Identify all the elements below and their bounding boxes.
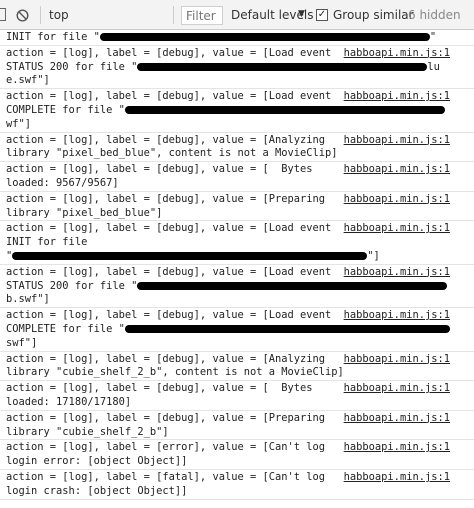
- group-similar-label: Group similar: [333, 8, 414, 22]
- hidden-count: 6 hidden: [408, 8, 461, 22]
- log-entry: action = [log], label = [debug], value =…: [0, 308, 474, 352]
- source-link[interactable]: habboapi.min.js:1: [344, 266, 450, 280]
- log-message-line: COMPLETE for file ": [6, 323, 474, 337]
- log-message-line: login error: [object Object]]: [6, 455, 188, 468]
- redaction-mark: [137, 281, 448, 290]
- log-entry: action = [log], label = [debug], value =…: [0, 192, 474, 222]
- log-message-line: INIT for file: [6, 236, 88, 249]
- source-link[interactable]: habboapi.min.js:1: [344, 441, 450, 455]
- filter-input[interactable]: [181, 6, 223, 25]
- log-message-line: " "]: [6, 249, 380, 262]
- redaction-mark: [124, 324, 450, 333]
- source-link[interactable]: habboapi.min.js:1: [344, 353, 450, 367]
- log-message-line: INIT for file " ": [6, 31, 437, 43]
- source-link[interactable]: habboapi.min.js:1: [344, 471, 450, 485]
- source-link[interactable]: habboapi.min.js:1: [344, 412, 450, 426]
- log-message-line: library "pixel_bed_blue", content is not…: [6, 147, 338, 160]
- console-toolbar: top Default levels ▼ ✓ Group similar 6 h…: [0, 0, 474, 30]
- log-message-line: wf"]: [6, 117, 32, 130]
- log-entry: action = [log], label = [debug], value =…: [0, 265, 474, 309]
- log-entry: action = [log], label = [debug], value =…: [0, 411, 474, 441]
- log-message-line: loaded: 9567/9567]: [6, 176, 119, 189]
- source-link[interactable]: habboapi.min.js:1: [344, 222, 450, 236]
- redaction-mark: [99, 33, 430, 41]
- log-entry: action = [log], label = [debug], value =…: [0, 381, 474, 411]
- source-link[interactable]: habboapi.min.js:1: [344, 90, 450, 104]
- source-link[interactable]: habboapi.min.js:1: [344, 163, 450, 177]
- log-message-line: STATUS 200 for file ": [6, 280, 474, 294]
- source-link[interactable]: habboapi.min.js:1: [344, 309, 450, 323]
- log-entry: action = [log], label = [error], value =…: [0, 440, 474, 470]
- log-message-line: login crash: [object Object]]: [6, 484, 188, 497]
- log-message-line: STATUS 200 for file " lu: [6, 60, 440, 73]
- redaction-mark: [12, 251, 368, 260]
- source-link[interactable]: habboapi.min.js:1: [344, 134, 450, 148]
- log-entry: action = [log], label = [fatal], value =…: [0, 470, 474, 500]
- log-message-line: library "cubie_shelf_2_b", content is no…: [6, 366, 344, 379]
- log-entry: action = [log], label = [debug], value =…: [0, 46, 474, 90]
- source-link[interactable]: habboapi.min.js:1: [344, 193, 450, 207]
- log-entry: INIT for file " ": [0, 30, 474, 46]
- context-selector[interactable]: top: [49, 8, 69, 22]
- log-message-line: b.swf"]: [6, 293, 50, 306]
- source-link[interactable]: habboapi.min.js:1: [344, 382, 450, 396]
- log-entry: action = [log], label = [debug], value =…: [0, 352, 474, 382]
- log-message-line: e.swf"]: [6, 74, 50, 87]
- clear-console-icon[interactable]: [16, 9, 29, 22]
- redaction-mark: [124, 105, 445, 114]
- log-message-line: loaded: 17180/17180]: [6, 395, 132, 408]
- log-message-line: swf"]: [6, 336, 38, 349]
- chevron-down-icon[interactable]: ▼: [298, 8, 305, 20]
- log-message-line: library "pixel_bed_blue"]: [6, 206, 163, 219]
- log-entry: action = [log], label = [debug], value =…: [0, 162, 474, 192]
- log-entry: action = [log], label = [debug], value =…: [0, 221, 474, 265]
- toolbar-divider: [173, 6, 174, 24]
- log-entry: action = [log], label = [debug], value =…: [0, 89, 474, 133]
- group-similar-checkbox[interactable]: ✓: [316, 9, 328, 21]
- log-message-line: COMPLETE for file ": [6, 104, 474, 118]
- toolbar-divider: [40, 6, 41, 24]
- console-log: INIT for file " " action = [log], label =…: [0, 30, 474, 508]
- log-message-line: library "cubie_shelf_2_b"]: [6, 425, 169, 438]
- log-entry: action = [log], label = [debug], value =…: [0, 133, 474, 163]
- sidebar-toggle-icon[interactable]: [0, 8, 6, 21]
- source-link[interactable]: habboapi.min.js:1: [344, 47, 450, 61]
- redaction-mark: [137, 62, 428, 71]
